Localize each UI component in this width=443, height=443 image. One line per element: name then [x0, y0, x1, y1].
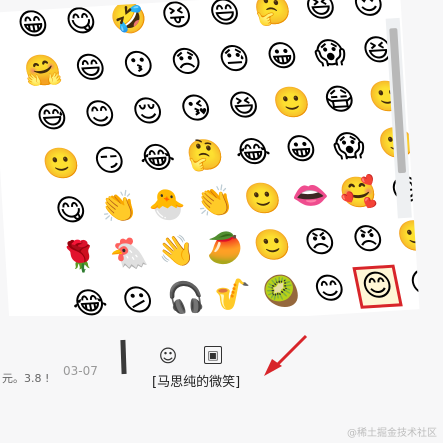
emoji-cell[interactable]: 😋 — [46, 189, 96, 233]
emoji-cell[interactable]: 🐣 — [142, 183, 192, 227]
emoji-cell[interactable]: 😆 — [296, 0, 346, 30]
emoji-cell[interactable]: 🥭 — [199, 227, 249, 271]
emoji-cell[interactable]: 🥝 — [257, 270, 307, 314]
emoji-grid: 😁😋🤣😝😄🤔😆😍🤗😄😗😞😓😀😱😆😅😊😌😘😆🙂😷🙂🙂😏😂🤔😂😀😱🙂😋👏🐣👏🙂👄🥰😄… — [8, 0, 419, 334]
emoji-cell[interactable]: 🎷 — [209, 273, 259, 317]
emoji-cell[interactable]: 😄 — [200, 0, 250, 36]
emoji-cell[interactable]: 😱 — [324, 125, 374, 169]
emoji-cell[interactable]: 😅 — [27, 96, 77, 140]
emoji-cell[interactable]: 👄 — [286, 175, 336, 219]
emoji-cell[interactable]: 😌 — [123, 90, 173, 134]
emoji-cell[interactable]: 😂 — [228, 131, 278, 175]
emoji-cell[interactable]: 😷 — [315, 79, 365, 123]
emoji-cell[interactable]: 👋 — [151, 230, 201, 274]
emoji-cell[interactable]: 😝 — [152, 0, 202, 38]
emoji-cell[interactable]: 😠 — [295, 221, 345, 265]
inserted-emoji-text: [马思纯的微笑] — [152, 375, 241, 390]
emoji-cell[interactable]: 🥰 — [333, 172, 383, 216]
screenshot-scene: 😁😋🤣😝😄🤔😆😍🤗😄😗😞😓😀😱😆😅😊😌😘😆🙂😷🙂🙂😏😂🤔😂😀😱🙂😋👏🐣👏🙂👄🥰😄… — [0, 0, 443, 443]
emoji-picker-panel: 😁😋🤣😝😄🤔😆😍🤗😄😗😞😓😀😱😆😅😊😌😘😆🙂😷🙂🙂😏😂🤔😂😀😱🙂😋👏🐣👏🙂👄🥰😄… — [0, 0, 420, 335]
emoji-cell[interactable]: 🤣 — [104, 0, 154, 41]
selected-emoji-cell[interactable]: 😊 — [352, 264, 403, 309]
emoji-cell[interactable]: 🙂 — [267, 82, 317, 126]
emoji-cell[interactable]: 🤔 — [180, 134, 230, 178]
emoji-cell[interactable]: 😐 — [400, 262, 419, 306]
watermark: @稀土掘金技术社区 — [347, 428, 437, 439]
message-timestamp: 03-07 — [63, 364, 98, 378]
image-icon[interactable]: ▣ — [204, 346, 222, 364]
emoji-cell[interactable]: 😀 — [276, 128, 326, 172]
emoji-cell[interactable]: 🙂 — [247, 224, 297, 268]
emoji-cell[interactable]: 😊 — [75, 93, 125, 137]
emoji-cell[interactable]: 🙂 — [37, 143, 87, 187]
emoji-cell[interactable]: 😘 — [171, 87, 221, 131]
emoji-cell[interactable]: 🎧 — [161, 276, 211, 320]
annotation-arrow-icon — [264, 334, 308, 376]
emoji-cell[interactable]: 😠 — [343, 218, 393, 262]
emoji-cell[interactable]: 🐔 — [103, 233, 153, 277]
emoji-cell[interactable]: 😱 — [305, 32, 355, 76]
emoji-cell[interactable]: 🤔 — [248, 0, 298, 33]
side-snippet-text: 元。3.8 ! — [2, 372, 50, 385]
smiley-icon[interactable]: ☺ — [158, 346, 178, 367]
emoji-cell[interactable]: 😏 — [84, 140, 134, 184]
emoji-cell[interactable]: 😓 — [209, 38, 259, 82]
emoji-cell[interactable]: 😁 — [8, 3, 58, 47]
emoji-cell[interactable]: 😊 — [304, 268, 354, 312]
emoji-cell[interactable]: 🌹 — [55, 236, 105, 280]
emoji-cell[interactable]: 👏 — [94, 186, 144, 230]
emoji-cell[interactable]: 😂 — [132, 137, 182, 181]
emoji-cell[interactable]: 🙂 — [238, 177, 288, 221]
emoji-cell[interactable]: 😞 — [161, 41, 211, 85]
emoji-cell[interactable]: 😆 — [219, 84, 269, 128]
emoji-cell[interactable]: 🤗 — [18, 50, 68, 94]
emoji-cell[interactable]: 😗 — [113, 44, 163, 88]
emoji-cell[interactable]: 😀 — [257, 35, 307, 79]
emoji-cell[interactable]: 🙂 — [391, 215, 420, 259]
emoji-cell[interactable]: 😋 — [56, 0, 106, 44]
emoji-cell[interactable]: 😄 — [66, 47, 116, 91]
emoji-cell[interactable]: 👏 — [190, 180, 240, 224]
